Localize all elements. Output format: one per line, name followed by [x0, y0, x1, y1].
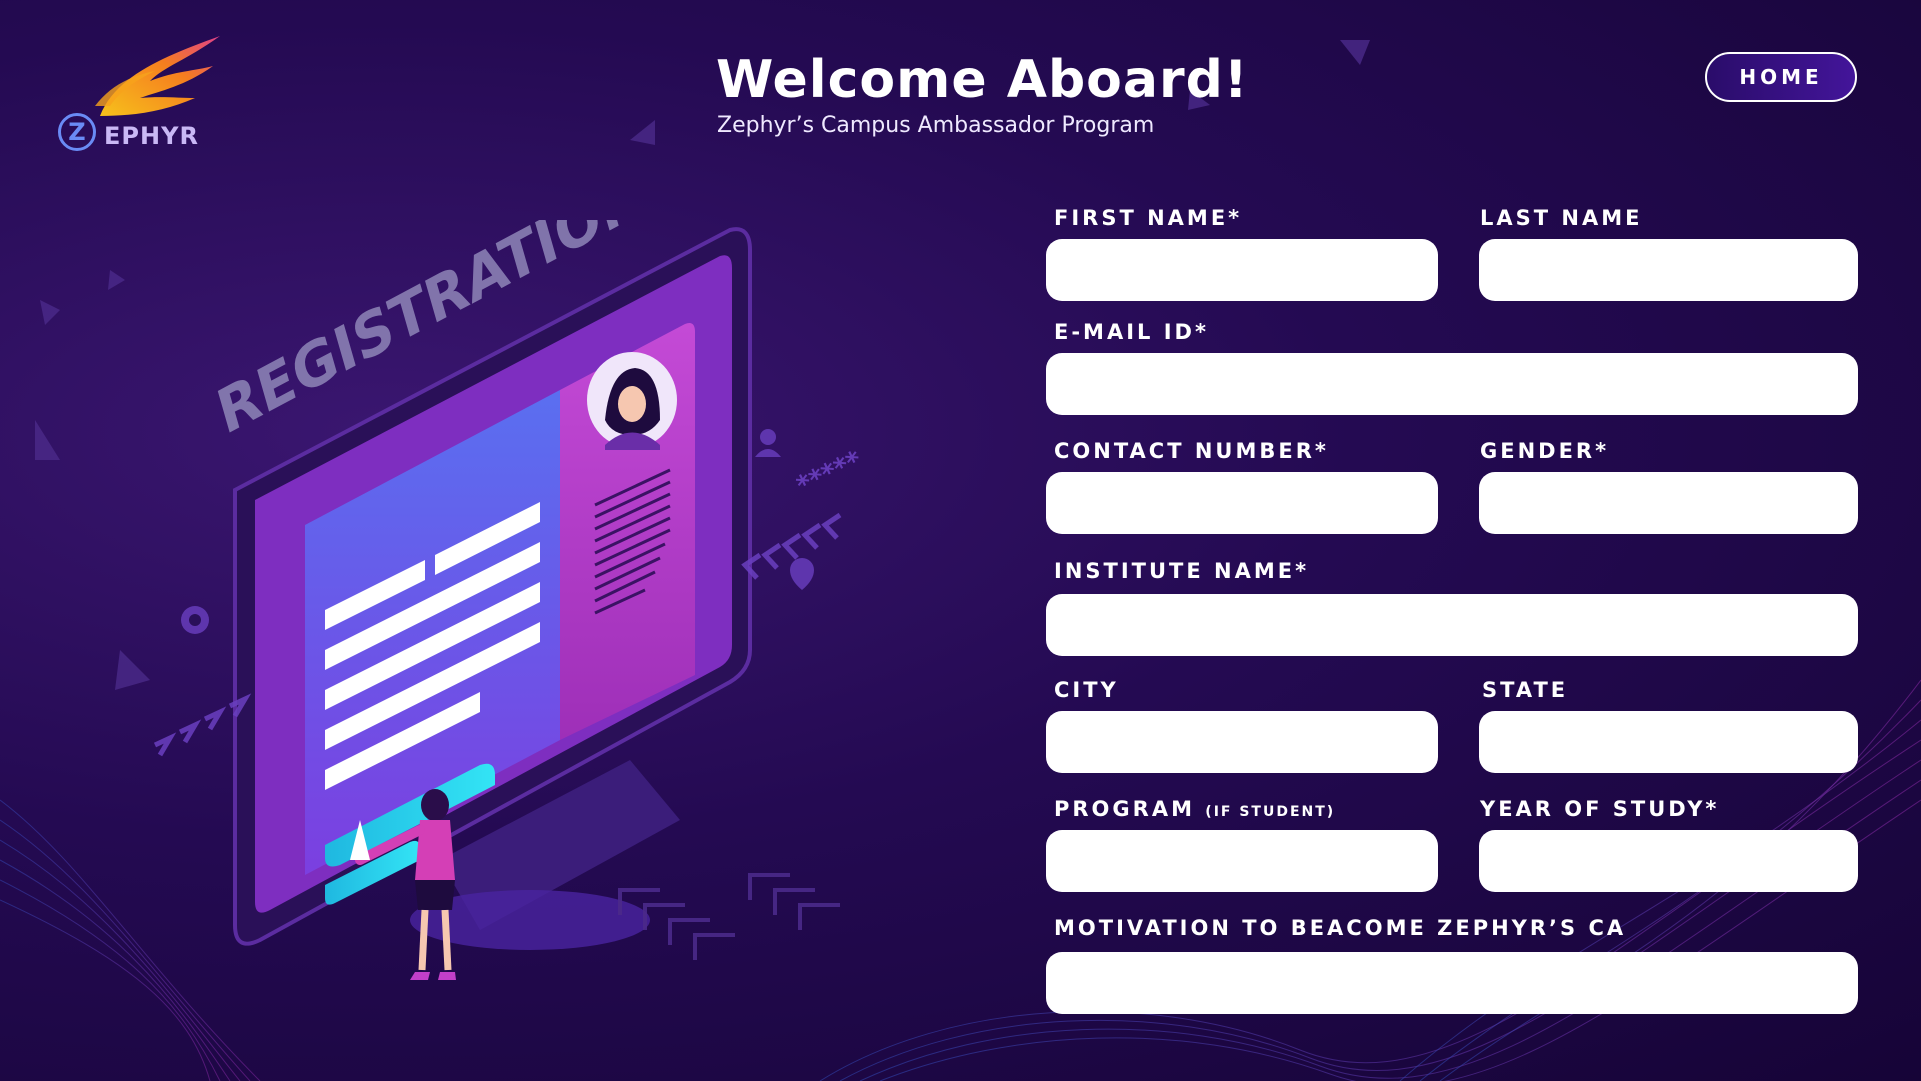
program-label-note: (IF STUDENT) — [1205, 804, 1336, 820]
motivation-label: MOTIVATION TO BEACOME ZEPHYR’S CA — [1054, 916, 1627, 940]
year-of-study-label: YEAR OF STUDY* — [1480, 797, 1720, 821]
gear-icon — [181, 606, 209, 634]
home-button[interactable]: HOME — [1705, 52, 1857, 102]
email-input[interactable] — [1046, 353, 1858, 415]
year-of-study-input[interactable] — [1479, 830, 1858, 892]
last-name-input[interactable] — [1479, 239, 1858, 301]
program-label-text: PROGRAM — [1054, 797, 1195, 821]
registration-illustration: REGISTRATION ***** — [153, 220, 867, 980]
motivation-input[interactable] — [1046, 952, 1858, 1014]
page-title: Welcome Aboard! — [716, 50, 1249, 110]
contact-number-input[interactable] — [1046, 472, 1438, 534]
state-input[interactable] — [1479, 711, 1858, 773]
location-pin-icon — [790, 558, 814, 590]
logo-wordmark: EPHYR — [104, 122, 199, 150]
password-mask: ***** — [792, 445, 867, 501]
gender-label: GENDER* — [1480, 439, 1610, 463]
page-subtitle: Zephyr’s Campus Ambassador Program — [717, 113, 1155, 138]
first-name-label: FIRST NAME* — [1054, 206, 1243, 230]
institute-name-label: INSTITUTE NAME* — [1054, 559, 1310, 583]
user-icon — [755, 429, 781, 457]
logo-z-mark: Z — [58, 113, 96, 151]
program-label: PROGRAM (IF STUDENT) — [1054, 797, 1335, 821]
first-name-input[interactable] — [1046, 239, 1438, 301]
program-input[interactable] — [1046, 830, 1438, 892]
gender-input[interactable] — [1479, 472, 1858, 534]
email-label: E-MAIL ID* — [1054, 320, 1209, 344]
city-input[interactable] — [1046, 711, 1438, 773]
contact-number-label: CONTACT NUMBER* — [1054, 439, 1329, 463]
last-name-label: LAST NAME — [1480, 206, 1643, 230]
city-label: CITY — [1054, 678, 1119, 702]
institute-name-input[interactable] — [1046, 594, 1858, 656]
state-label: STATE — [1482, 678, 1569, 702]
